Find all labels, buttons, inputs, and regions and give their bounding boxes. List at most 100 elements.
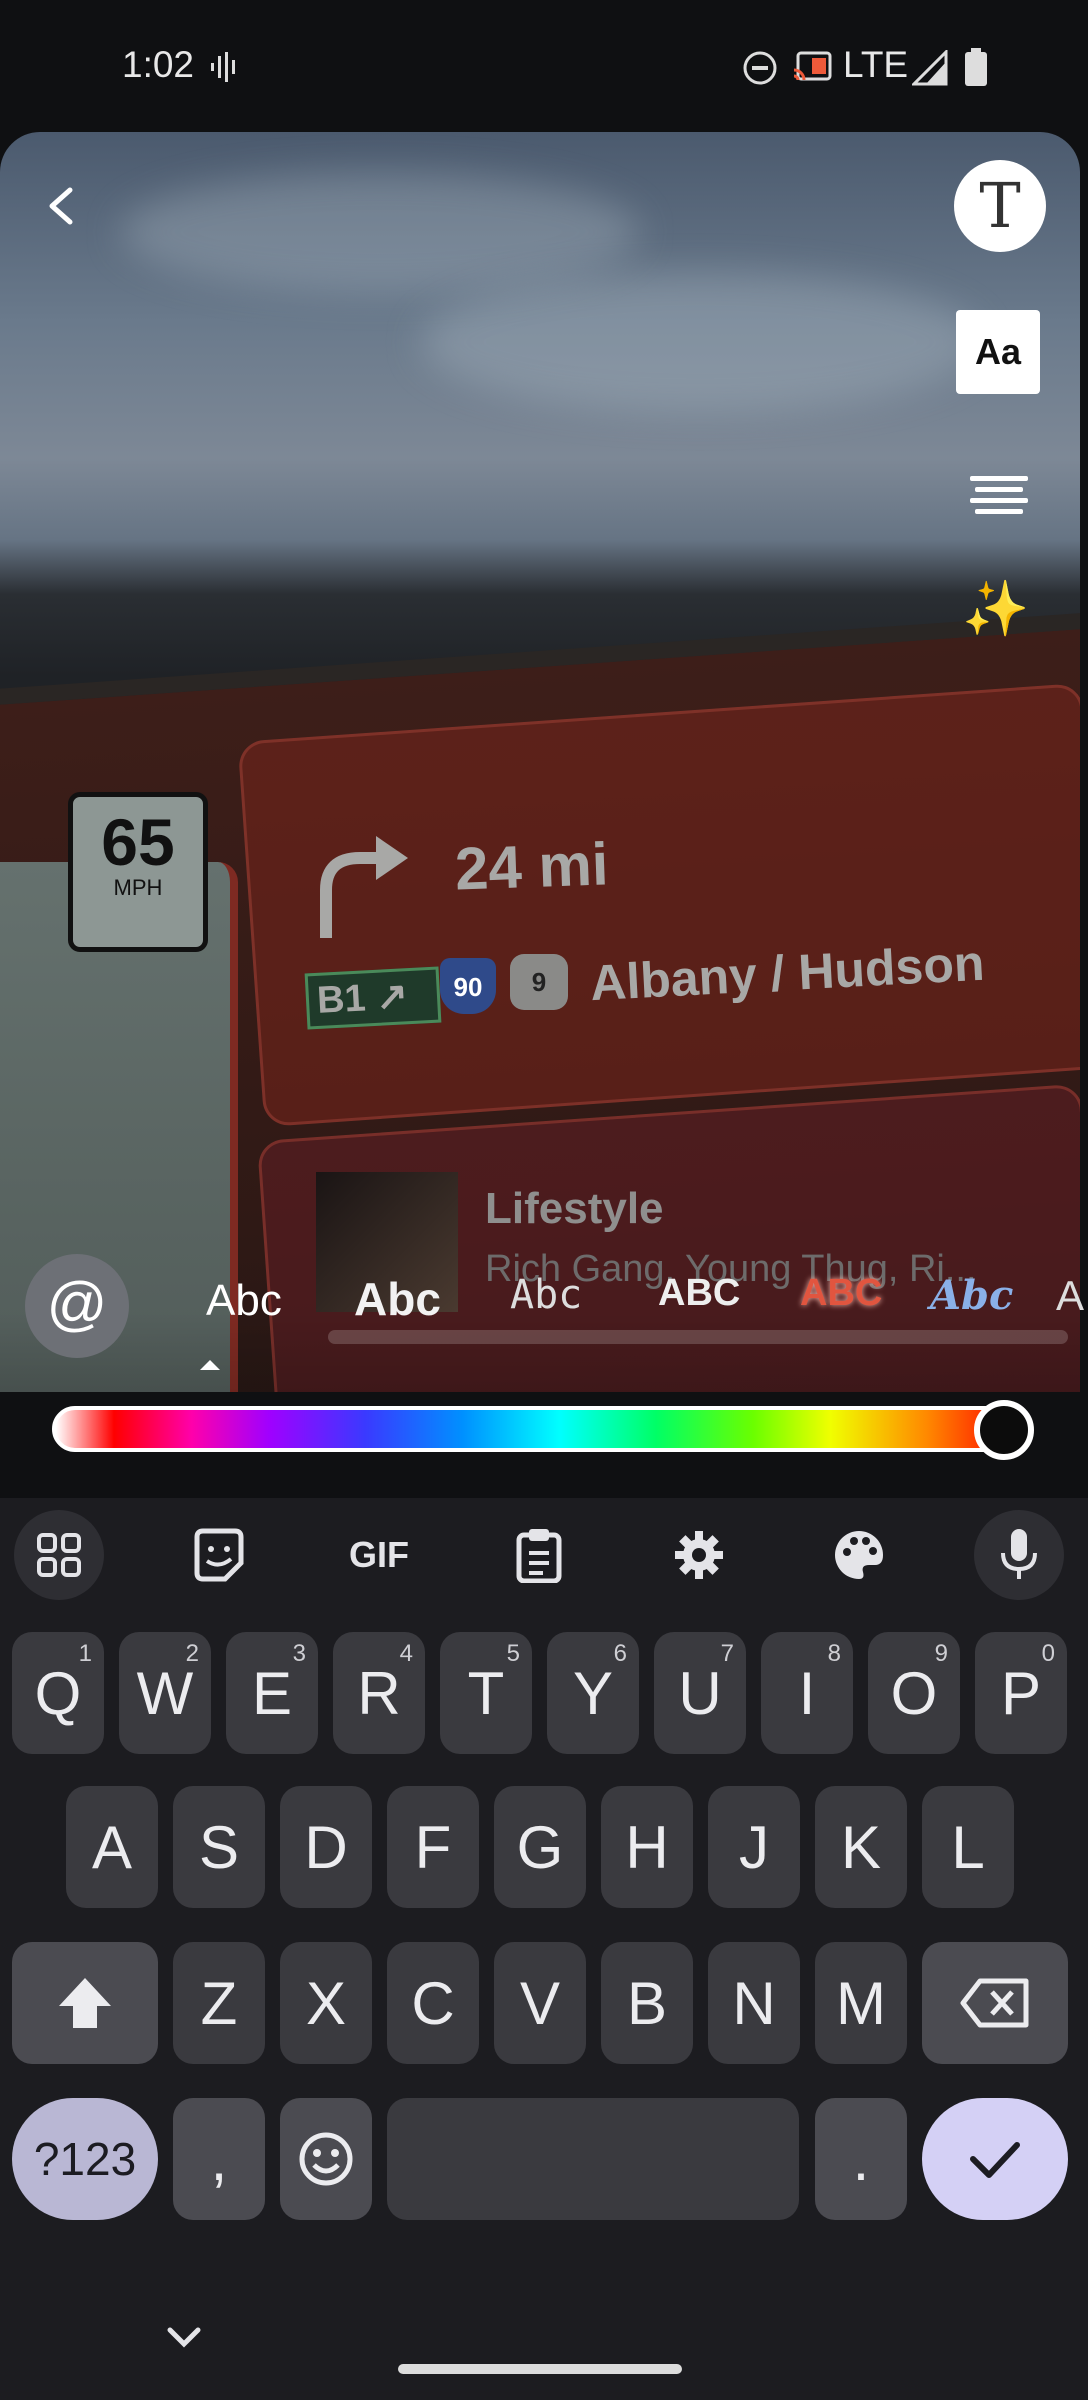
- key-m[interactable]: M: [815, 1942, 907, 2064]
- key-hint: 8: [827, 1640, 841, 1667]
- space-key[interactable]: [387, 2098, 799, 2220]
- backspace-key[interactable]: [922, 1942, 1068, 2064]
- hide-keyboard-chevron-icon[interactable]: [164, 2322, 204, 2352]
- signal-icon: [912, 50, 948, 86]
- status-time: 1:02: [122, 44, 195, 85]
- key-e[interactable]: E3: [226, 1632, 318, 1754]
- speed-limit-sign: 65 MPH: [68, 792, 208, 952]
- align-line: [975, 487, 1023, 492]
- key-s[interactable]: S: [173, 1786, 265, 1908]
- key-j[interactable]: J: [708, 1786, 800, 1908]
- text-tool-button[interactable]: T: [954, 160, 1046, 252]
- font-option-more[interactable]: A: [1056, 1272, 1084, 1320]
- microphone-icon[interactable]: [974, 1510, 1064, 1600]
- key-f[interactable]: F: [387, 1786, 479, 1908]
- speed-limit-number: 65: [101, 805, 175, 879]
- cast-icon: [793, 51, 832, 81]
- color-slider[interactable]: [52, 1406, 1028, 1452]
- comma-key[interactable]: ,: [173, 2098, 265, 2220]
- media-title: Lifestyle: [485, 1184, 664, 1233]
- cloud: [120, 172, 640, 292]
- key-hint: 7: [720, 1640, 734, 1667]
- exit-badge: B1 ↗: [304, 966, 442, 1030]
- key-label: U: [678, 1659, 722, 1727]
- shift-arrow-icon: [59, 1978, 111, 2028]
- backspace-icon: [960, 1978, 1029, 2028]
- key-hint: 1: [78, 1640, 92, 1667]
- gif-button[interactable]: GIF: [334, 1510, 424, 1600]
- font-option-caps[interactable]: ABC: [658, 1272, 740, 1315]
- apps-grid-icon[interactable]: [14, 1510, 104, 1600]
- key-d[interactable]: D: [280, 1786, 372, 1908]
- key-g[interactable]: G: [494, 1786, 586, 1908]
- exit-label: B1: [315, 977, 367, 1022]
- battery-icon: [965, 48, 987, 86]
- clipboard-icon[interactable]: [494, 1510, 584, 1600]
- nav-distance: 24 mi: [453, 830, 610, 903]
- key-u[interactable]: U7: [654, 1632, 746, 1754]
- align-line: [970, 498, 1028, 503]
- font-option-bold[interactable]: Abc: [354, 1272, 441, 1326]
- turn-right-arrow-icon: [320, 836, 408, 938]
- done-key[interactable]: [922, 2098, 1068, 2220]
- key-a[interactable]: A: [66, 1786, 158, 1908]
- sparkle-effects-icon[interactable]: ✨: [962, 578, 1029, 641]
- palette-icon[interactable]: [814, 1510, 904, 1600]
- key-v[interactable]: V: [494, 1942, 586, 2064]
- key-label: Q: [34, 1659, 82, 1727]
- sticker-icon[interactable]: [174, 1510, 264, 1600]
- key-i[interactable]: I8: [761, 1632, 853, 1754]
- emoji-key[interactable]: [280, 2098, 372, 2220]
- align-line: [970, 476, 1028, 481]
- font-option-gothic[interactable]: Abc: [930, 1272, 1013, 1319]
- do-not-disturb-icon: [743, 51, 777, 85]
- key-hint: 6: [613, 1640, 627, 1667]
- back-arrow-icon[interactable]: [42, 186, 82, 226]
- key-b[interactable]: B: [601, 1942, 693, 2064]
- key-z[interactable]: Z: [173, 1942, 265, 2064]
- font-option-mono[interactable]: Abc: [510, 1272, 582, 1318]
- key-hint: 3: [292, 1640, 306, 1667]
- interstate-shield: 90: [440, 958, 496, 1014]
- route-shield: 9: [510, 954, 568, 1010]
- home-gesture-bar[interactable]: [398, 2364, 682, 2374]
- key-c[interactable]: C: [387, 1942, 479, 2064]
- checkmark-icon: [970, 2142, 1020, 2178]
- key-p[interactable]: P0: [975, 1632, 1067, 1754]
- align-line: [975, 509, 1023, 514]
- key-l[interactable]: L: [922, 1786, 1014, 1908]
- symbols-key[interactable]: ?123: [12, 2098, 158, 2220]
- key-label: R: [357, 1659, 401, 1727]
- key-hint: 9: [934, 1640, 948, 1667]
- font-strip-scrollbar: [328, 1330, 1068, 1344]
- mention-button[interactable]: @: [25, 1254, 129, 1358]
- key-label: W: [136, 1659, 194, 1727]
- key-hint: 2: [185, 1640, 199, 1667]
- key-hint: 4: [399, 1640, 413, 1667]
- key-h[interactable]: H: [601, 1786, 693, 1908]
- key-t[interactable]: T5: [440, 1632, 532, 1754]
- key-r[interactable]: R4: [333, 1632, 425, 1754]
- cloud: [420, 272, 980, 412]
- settings-gear-icon[interactable]: [654, 1510, 744, 1600]
- status-bar: 1:02 LTE: [0, 0, 1088, 132]
- key-y[interactable]: Y6: [547, 1632, 639, 1754]
- selected-font-indicator: [200, 1360, 220, 1370]
- font-style-button[interactable]: Aa: [956, 310, 1040, 394]
- font-option-neon[interactable]: ABC: [800, 1272, 882, 1315]
- key-w[interactable]: W2: [119, 1632, 211, 1754]
- key-label: O: [890, 1659, 938, 1727]
- key-k[interactable]: K: [815, 1786, 907, 1908]
- key-label: E: [251, 1659, 293, 1727]
- key-q[interactable]: Q1: [12, 1632, 104, 1754]
- key-n[interactable]: N: [708, 1942, 800, 2064]
- shift-key[interactable]: [12, 1942, 158, 2064]
- key-hint: 5: [506, 1640, 520, 1667]
- period-key[interactable]: .: [815, 2098, 907, 2220]
- align-center-icon[interactable]: [970, 470, 1028, 520]
- key-x[interactable]: X: [280, 1942, 372, 2064]
- color-slider-thumb[interactable]: [974, 1400, 1034, 1460]
- key-o[interactable]: O9: [868, 1632, 960, 1754]
- font-option-classic[interactable]: Abc: [206, 1276, 282, 1326]
- key-label: T: [467, 1659, 505, 1727]
